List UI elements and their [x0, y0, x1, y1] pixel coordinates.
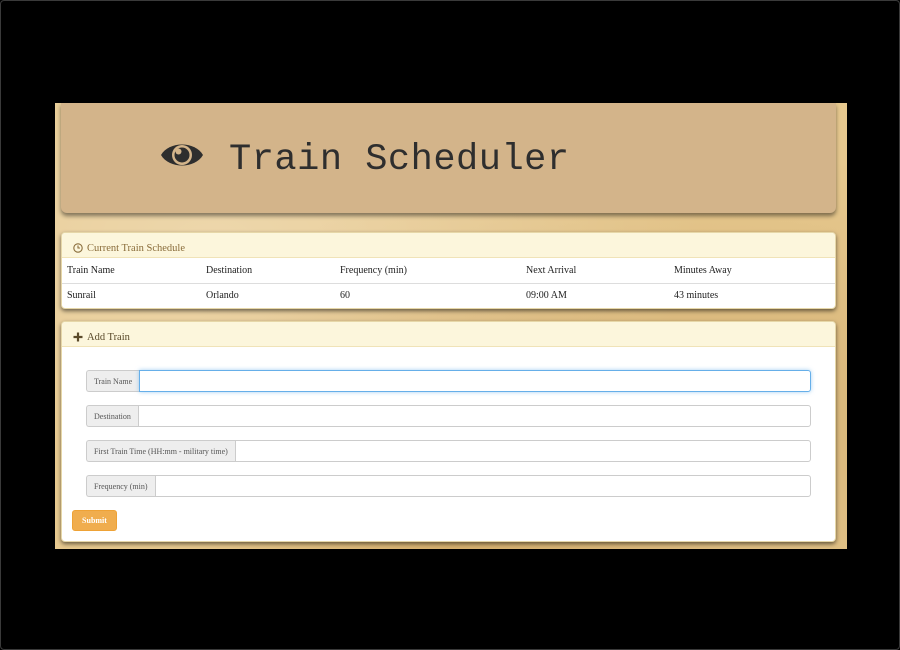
page-title: Train Scheduler	[229, 139, 570, 181]
destination-group: Destination	[86, 405, 811, 427]
column-header-minutes-away: Minutes Away	[669, 258, 835, 284]
clock-icon	[73, 243, 83, 253]
train-name-group: Train Name	[86, 370, 811, 392]
frequency-group: Frequency (min)	[86, 475, 811, 497]
eye-icon	[161, 144, 203, 166]
cell-destination: Orlando	[206, 290, 239, 302]
add-train-heading-label: Add Train	[87, 331, 130, 343]
cell-minutes-away: 43 minutes	[674, 290, 719, 302]
cell-frequency: 60	[340, 290, 350, 302]
schedule-panel: Current Train Schedule Train Name Destin…	[61, 232, 836, 309]
first-train-time-label: First Train Time (HH:mm - military time)	[86, 440, 235, 462]
schedule-panel-heading: Current Train Schedule	[62, 233, 835, 258]
destination-input[interactable]	[137, 405, 811, 427]
column-header-next-arrival: Next Arrival	[521, 258, 669, 284]
destination-label: Destination	[86, 405, 138, 427]
cell-train-name: Sunrail	[67, 290, 96, 302]
add-train-form: Train Name Destination First Train Time …	[62, 347, 835, 531]
train-name-label: Train Name	[86, 370, 140, 392]
train-name-input[interactable]	[139, 370, 811, 392]
frequency-label: Frequency (min)	[86, 475, 155, 497]
table-row: Sunrail Orlando 60 09:00 AM 43 minutes	[62, 283, 835, 308]
table-header-row: Train Name Destination Frequency (min) N…	[62, 258, 835, 284]
first-train-time-input[interactable]	[234, 440, 811, 462]
schedule-heading-label: Current Train Schedule	[87, 242, 185, 254]
submit-button[interactable]: Submit	[72, 510, 117, 531]
plus-icon	[73, 332, 83, 342]
column-header-frequency: Frequency (min)	[335, 258, 521, 284]
column-header-train-name: Train Name	[62, 258, 201, 284]
column-header-destination: Destination	[201, 258, 335, 284]
header-banner: Train Scheduler	[61, 103, 836, 213]
first-train-time-group: First Train Time (HH:mm - military time)	[86, 440, 811, 462]
page-background: Train Scheduler Current Train Schedule T…	[55, 103, 847, 549]
screen-frame: Train Scheduler Current Train Schedule T…	[0, 0, 900, 650]
frequency-input[interactable]	[154, 475, 811, 497]
add-train-panel: Add Train Train Name Destination First T…	[61, 321, 836, 542]
add-train-panel-heading: Add Train	[62, 322, 835, 347]
schedule-table: Train Name Destination Frequency (min) N…	[62, 258, 835, 308]
cell-next-arrival: 09:00 AM	[526, 290, 567, 302]
